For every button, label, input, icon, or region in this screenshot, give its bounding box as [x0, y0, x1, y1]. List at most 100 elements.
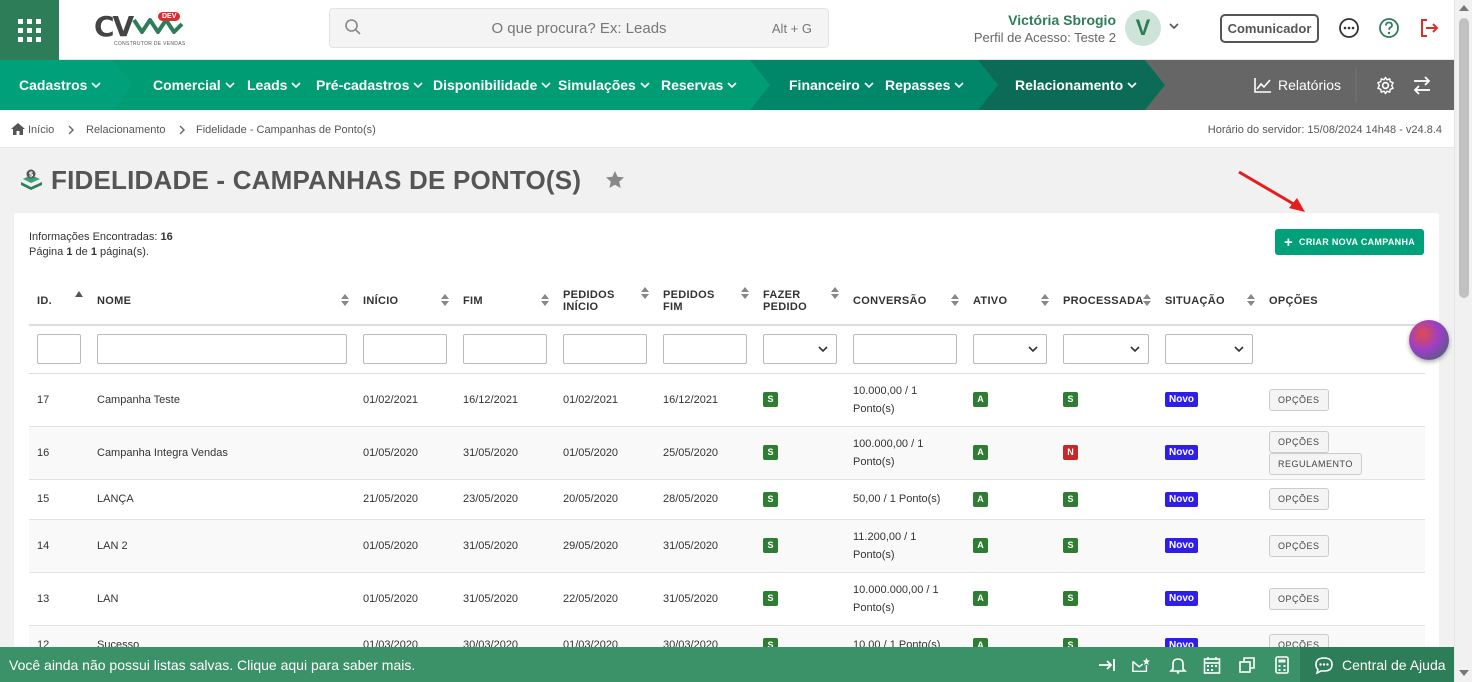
breadcrumb-relacionamento[interactable]: Relacionamento: [86, 124, 166, 136]
communicator-button[interactable]: Comunicador: [1220, 14, 1319, 43]
cell-opcoes: OPÇÕES: [1261, 373, 1425, 427]
regulamento-button[interactable]: REGULAMENTO: [1269, 452, 1362, 475]
nav-leads[interactable]: Leads: [247, 60, 302, 110]
cell-fazer-pedido: S: [755, 519, 845, 573]
chevron-down-icon: [818, 346, 828, 353]
nav-label: Repasses: [885, 77, 951, 93]
col-conversao[interactable]: CONVERSÃO: [845, 277, 965, 326]
filter-fim-input[interactable]: [463, 334, 547, 365]
filter-ativo-select[interactable]: [973, 334, 1047, 365]
opcoes-button[interactable]: OPÇÕES: [1269, 388, 1329, 411]
col-processada[interactable]: PROCESSADA: [1055, 277, 1157, 326]
more-options-icon[interactable]: [1338, 17, 1360, 39]
mail-star-icon[interactable]: [1132, 656, 1150, 674]
sort-icon: [541, 294, 549, 306]
saved-lists-message[interactable]: Você ainda não possui listas salvas. Cli…: [9, 657, 415, 673]
filter-situacao-select[interactable]: [1165, 334, 1253, 365]
opcoes-button[interactable]: OPÇÕES: [1269, 587, 1329, 610]
filter-conversao-input[interactable]: [853, 334, 957, 365]
col-id[interactable]: ID.: [29, 277, 89, 326]
filter-id-input[interactable]: [37, 334, 81, 365]
filter-pedidos-fim-input[interactable]: [663, 334, 747, 365]
chevron-down-icon[interactable]: [1168, 20, 1180, 32]
cell-conversao: 10.000.000,00 / 1 Ponto(s): [845, 572, 965, 626]
nav-comercial[interactable]: Comercial: [153, 60, 235, 110]
nav-label: Relacionamento: [1015, 77, 1124, 93]
col-label: NOME: [97, 294, 132, 307]
nav-repasses[interactable]: Repasses: [885, 60, 964, 110]
filter-inicio-input[interactable]: [363, 334, 447, 365]
table-row[interactable]: 13 LAN 01/05/2020 31/05/2020 22/05/2020 31/05…: [29, 572, 1425, 626]
cell-situacao: Novo: [1157, 426, 1261, 480]
status-badge: Novo: [1165, 491, 1198, 507]
cell-nome: Campanha Teste: [89, 373, 355, 427]
nav-pre-cadastros[interactable]: Pré-cadastros: [316, 60, 423, 110]
found-label: Informações Encontradas:: [29, 231, 158, 243]
opcoes-button[interactable]: OPÇÕES: [1269, 488, 1329, 510]
col-nome[interactable]: NOME: [89, 277, 355, 326]
opcoes-button[interactable]: OPÇÕES: [1269, 534, 1329, 557]
scrollbar-thumb[interactable]: [1459, 18, 1469, 298]
home-icon[interactable]: [11, 123, 25, 135]
logout-icon[interactable]: [1418, 17, 1440, 39]
avatar[interactable]: V: [1125, 10, 1161, 46]
table-row[interactable]: 17 Campanha Teste 01/02/2021 16/12/2021 01/0…: [29, 373, 1425, 427]
nav-relatorios[interactable]: Relatórios: [1254, 60, 1341, 110]
col-pedidos-inicio[interactable]: PEDIDOS INÍCIO: [555, 277, 655, 326]
arrow-to-right-icon[interactable]: [1098, 656, 1116, 674]
cell-situacao: Novo: [1157, 519, 1261, 573]
table-row[interactable]: 14 LAN 2 01/05/2020 31/05/2020 29/05/2020 31/…: [29, 519, 1425, 573]
nav-simulacoes[interactable]: Simulações: [558, 60, 650, 110]
calendar-icon[interactable]: [1203, 656, 1221, 674]
create-campaign-button[interactable]: + CRIAR NOVA CAMPANHA: [1275, 229, 1424, 255]
breadcrumb: Início Relacionamento Fidelidade - Campa…: [0, 110, 1454, 148]
filter-fazer-pedido-select[interactable]: [763, 334, 837, 365]
col-pedidos-fim[interactable]: PEDIDOS FIM: [655, 277, 755, 326]
bell-icon[interactable]: [1169, 656, 1187, 674]
sort-icon: [1143, 294, 1151, 306]
svg-text:$: $: [29, 171, 34, 179]
chevron-down-icon: [954, 82, 964, 89]
nav-financeiro[interactable]: Financeiro: [789, 60, 874, 110]
breadcrumb-home[interactable]: Início: [28, 124, 54, 136]
opcoes-button[interactable]: OPÇÕES: [1269, 430, 1329, 453]
chevron-down-icon: [541, 82, 551, 89]
windows-icon[interactable]: [1238, 656, 1256, 674]
calculator-icon[interactable]: [1273, 656, 1291, 674]
filter-processada-select[interactable]: [1063, 334, 1149, 365]
ativo-badge: A: [973, 591, 988, 606]
nav-reservas[interactable]: Reservas: [661, 60, 737, 110]
scroll-down-icon[interactable]: [1459, 670, 1469, 676]
help-center-button[interactable]: Central de Ajuda: [1300, 647, 1454, 682]
nav-relacionamento[interactable]: Relacionamento: [1015, 60, 1137, 110]
help-icon[interactable]: [1378, 17, 1400, 39]
col-inicio[interactable]: INÍCIO: [355, 277, 455, 326]
status-badge: Novo: [1165, 445, 1198, 460]
col-fim[interactable]: FIM: [455, 277, 555, 326]
cell-opcoes: OPÇÕESREGULAMENTO: [1261, 426, 1425, 480]
nav-disponibilidade[interactable]: Disponibilidade: [433, 60, 551, 110]
user-info[interactable]: Victória Sbrogio Perfil de Acesso: Teste…: [974, 12, 1116, 45]
sort-icon: [641, 287, 649, 299]
col-fazer-pedido[interactable]: FAZER PEDIDO: [755, 277, 845, 326]
col-ativo[interactable]: ATIVO: [965, 277, 1055, 326]
filter-nome-input[interactable]: [97, 334, 347, 365]
apps-menu-button[interactable]: [0, 0, 59, 60]
cv-logo[interactable]: CV DEV CONSTRUTOR DE VENDAS: [92, 10, 192, 50]
table-row[interactable]: 16 Campanha Integra Vendas 01/05/2020 31/05…: [29, 426, 1425, 480]
filter-pedidos-inicio-input[interactable]: [563, 334, 647, 365]
cell-pedidos-inicio: 01/02/2021: [555, 373, 655, 427]
assistant-orb-button[interactable]: [1409, 320, 1449, 360]
gear-icon[interactable]: [1376, 76, 1395, 95]
col-situacao[interactable]: SITUAÇÃO: [1157, 277, 1261, 326]
nav-cadastros[interactable]: Cadastros: [19, 60, 102, 110]
scroll-up-icon[interactable]: [1459, 5, 1469, 11]
star-icon[interactable]: [605, 170, 625, 189]
global-search[interactable]: O que procura? Ex: Leads Alt + G: [329, 8, 829, 48]
table-row[interactable]: 15 LANÇA 21/05/2020 23/05/2020 20/05/2020 28/…: [29, 479, 1425, 520]
page-scrollbar[interactable]: [1454, 0, 1472, 682]
cell-processada: S: [1055, 479, 1157, 520]
cell-nome: Campanha Integra Vendas: [89, 426, 355, 480]
swap-icon[interactable]: [1412, 76, 1432, 95]
cell-pedidos-fim: 31/05/2020: [655, 572, 755, 626]
